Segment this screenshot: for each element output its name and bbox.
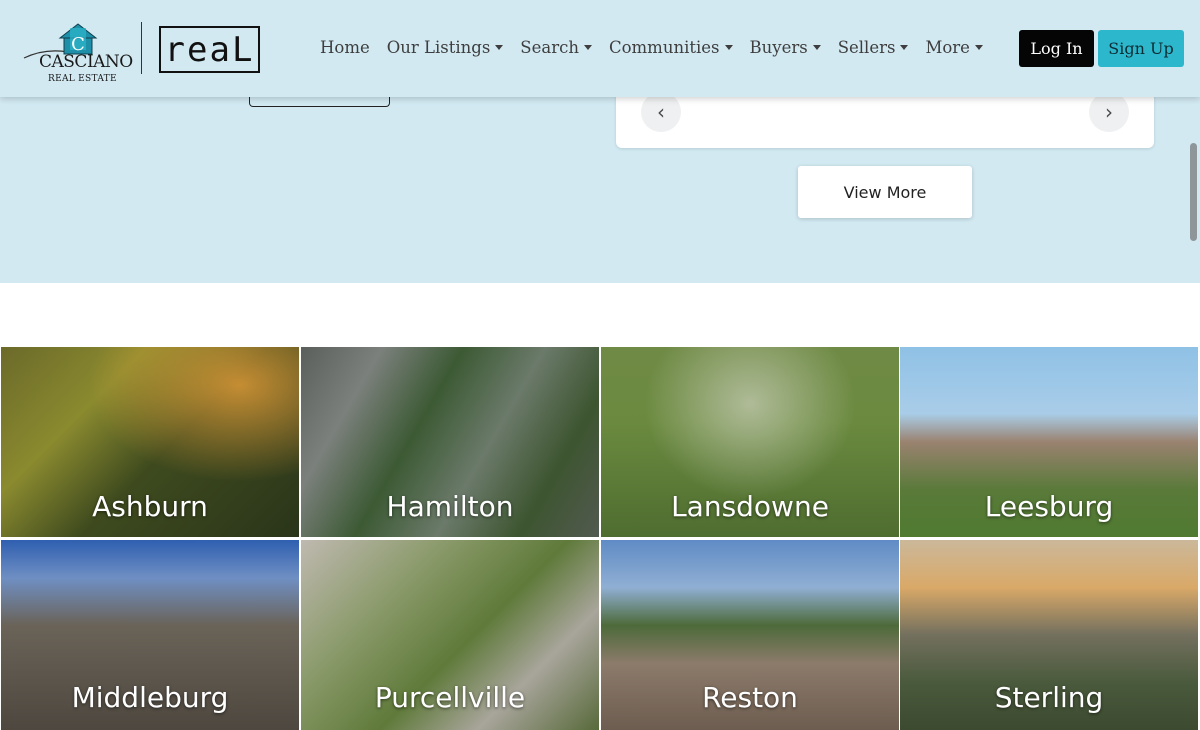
- community-tile-sterling[interactable]: Sterling: [900, 540, 1198, 730]
- nav-item-sellers[interactable]: Sellers: [838, 38, 909, 57]
- logo-name: CASCIANO: [39, 52, 133, 72]
- community-name: Hamilton: [386, 490, 514, 523]
- main-nav: Home Our Listings Search Communities Buy…: [320, 38, 983, 57]
- casciano-logo[interactable]: C CASCIANO REAL ESTATE: [20, 18, 133, 84]
- caret-down-icon: [495, 45, 504, 50]
- community-tile-middleburg[interactable]: Middleburg: [1, 540, 299, 730]
- partner-logo-text: reaL: [164, 29, 255, 70]
- nav-item-more[interactable]: More: [925, 38, 983, 57]
- nav-item-home[interactable]: Home: [320, 38, 370, 57]
- top-navbar: C CASCIANO REAL ESTATE reaL Home Our Lis…: [0, 0, 1200, 97]
- page-scrollbar[interactable]: [1190, 143, 1197, 241]
- community-name: Purcellville: [374, 681, 526, 714]
- partner-logo[interactable]: reaL: [159, 26, 260, 73]
- login-button[interactable]: Log In: [1019, 30, 1094, 67]
- chevron-right-icon: ›: [1105, 100, 1113, 124]
- carousel-next-button[interactable]: ›: [1089, 92, 1129, 132]
- community-tile-lansdowne[interactable]: Lansdowne: [601, 347, 899, 537]
- caret-down-icon: [583, 45, 592, 50]
- community-tile-purcellville[interactable]: Purcellville: [301, 540, 599, 730]
- community-tile-hamilton[interactable]: Hamilton: [301, 347, 599, 537]
- community-tile-leesburg[interactable]: Leesburg: [900, 347, 1198, 537]
- logo-subtitle: REAL ESTATE: [48, 74, 117, 84]
- community-tile-reston[interactable]: Reston: [601, 540, 899, 730]
- logo-divider: [141, 22, 142, 74]
- nav-item-buyers[interactable]: Buyers: [750, 38, 821, 57]
- caret-down-icon: [974, 45, 983, 50]
- carousel-prev-button[interactable]: ‹: [641, 92, 681, 132]
- nav-item-search[interactable]: Search: [520, 38, 592, 57]
- community-name: Sterling: [994, 681, 1104, 714]
- signup-button[interactable]: Sign Up: [1098, 30, 1184, 67]
- caret-down-icon: [812, 45, 821, 50]
- community-name: Lansdowne: [671, 490, 829, 523]
- communities-grid: Ashburn Hamilton Lansdowne Leesburg Midd…: [0, 347, 1200, 730]
- view-more-button[interactable]: View More: [798, 166, 972, 218]
- community-name: Middleburg: [71, 681, 229, 714]
- community-name: Leesburg: [984, 490, 1114, 523]
- nav-item-our-listings[interactable]: Our Listings: [387, 38, 504, 57]
- community-name: Reston: [702, 681, 798, 714]
- caret-down-icon: [724, 45, 733, 50]
- community-tile-ashburn[interactable]: Ashburn: [1, 347, 299, 537]
- caret-down-icon: [900, 45, 909, 50]
- community-name: Ashburn: [92, 490, 208, 523]
- chevron-left-icon: ‹: [657, 100, 665, 124]
- nav-item-communities[interactable]: Communities: [609, 38, 733, 57]
